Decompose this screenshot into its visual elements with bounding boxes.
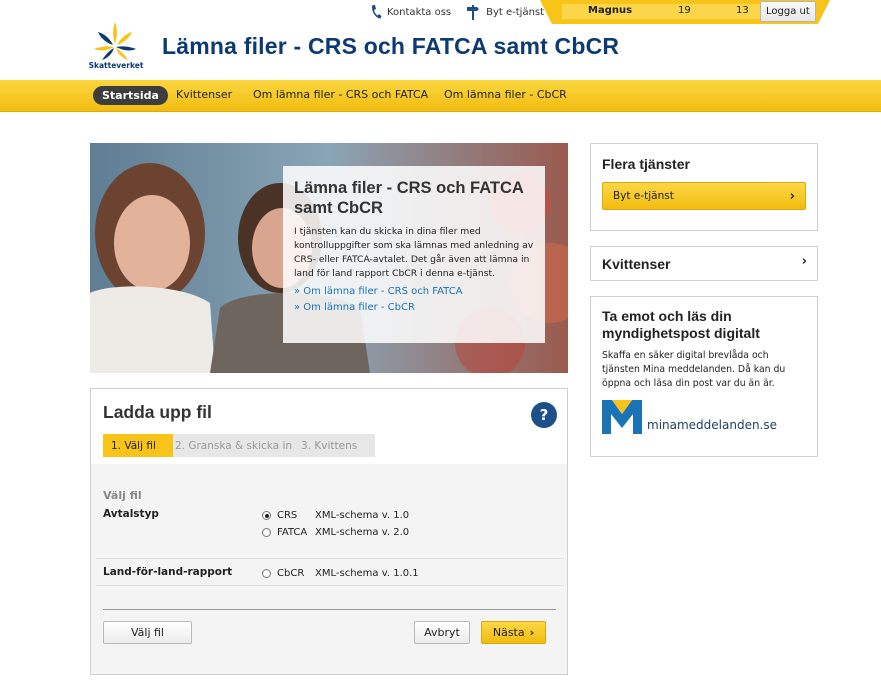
digital-mail-title: Ta emot och läs din myndighetspost digit…	[602, 308, 760, 341]
page-title: Lämna filer - CRS och FATCA samt CbCR	[162, 33, 620, 59]
upload-panel: Ladda upp fil ? 2. Granska & skicka in 3…	[90, 388, 568, 675]
user-field-2: 13	[736, 5, 749, 16]
chevron-right-icon: ›	[789, 188, 795, 204]
next-button-label: Nästa	[492, 626, 525, 639]
switch-service-button[interactable]: Byt e-tjänst ›	[602, 182, 806, 210]
switch-service-label: Byt e-tjänst	[486, 6, 545, 18]
user-field-1: 19	[678, 5, 691, 16]
logo-text: Skatteverket	[88, 61, 144, 70]
upload-title: Ladda upp fil	[103, 402, 212, 422]
mina-logo-text: minameddelanden.se	[647, 418, 778, 432]
switch-service-link[interactable]: Byt e-tjänst	[465, 4, 544, 20]
signpost-icon	[467, 5, 480, 20]
radio-cbcr[interactable]: CbCR XML-schema v. 1.0.1	[262, 568, 419, 579]
main-nav: Startsida Kvittenser Om lämna filer - CR…	[0, 80, 881, 112]
hero-link-cbcr[interactable]: » Om lämna filer - CbCR	[294, 299, 534, 316]
receipts-card[interactable]: Kvittenser ›	[590, 246, 818, 281]
receipts-title: Kvittenser	[602, 256, 671, 272]
logout-button[interactable]: Logga ut	[760, 1, 816, 22]
divider	[96, 585, 562, 586]
switch-service-button-label: Byt e-tjänst	[613, 190, 674, 202]
radio-cbcr-label: CbCR	[277, 568, 305, 579]
phone-icon	[371, 5, 382, 19]
user-bar: Magnus 19 13 Logga ut	[540, 0, 830, 24]
hero-banner: Lämna filer - CRS och FATCA samt CbCR I …	[90, 143, 568, 373]
mina-meddelanden-m-icon	[602, 400, 642, 434]
mina-meddelanden-logo[interactable]: minameddelanden.se	[602, 400, 777, 434]
choose-file-button[interactable]: Välj fil	[103, 621, 192, 644]
more-services-card: Flera tjänster Byt e-tjänst ›	[590, 143, 818, 231]
radio-crs-indicator[interactable]	[262, 511, 271, 520]
radio-crs-schema: XML-schema v. 1.0	[315, 510, 410, 521]
chevron-right-icon: ›	[529, 626, 535, 639]
nav-item-om-cbcr[interactable]: Om lämna filer - CbCR	[444, 88, 567, 101]
hero-panel: Lämna filer - CRS och FATCA samt CbCR I …	[283, 166, 545, 343]
divider	[96, 558, 562, 559]
radio-fatca-schema: XML-schema v. 2.0	[315, 527, 410, 538]
next-button[interactable]: Nästa ›	[481, 621, 546, 644]
user-name: Magnus	[588, 5, 633, 16]
nav-item-startsida[interactable]: Startsida	[93, 86, 168, 105]
step-receipt: 3. Kvittens	[293, 434, 375, 457]
radio-fatca-indicator[interactable]	[262, 528, 271, 537]
section-label: Välj fil	[103, 489, 142, 502]
radio-crs[interactable]: CRS XML-schema v. 1.0	[262, 510, 409, 521]
utility-links: Kontakta oss Byt e-tjänst	[370, 0, 558, 24]
step-review: 2. Granska & skicka in	[167, 434, 299, 457]
radio-cbcr-indicator[interactable]	[262, 569, 271, 578]
radio-cbcr-schema: XML-schema v. 1.0.1	[315, 568, 419, 579]
hero-title: Lämna filer - CRS och FATCA samt CbCR	[294, 179, 524, 217]
help-button[interactable]: ?	[531, 402, 557, 428]
cbcr-row-label: Land-för-land-rapport	[103, 566, 233, 578]
contact-label: Kontakta oss	[387, 6, 452, 18]
digital-mail-text: Skaffa en säker digital brevlåda och tjä…	[602, 350, 786, 389]
radio-fatca[interactable]: FATCA XML-schema v. 2.0	[262, 527, 409, 538]
more-services-title: Flera tjänster	[602, 156, 690, 172]
divider	[103, 609, 556, 610]
hero-link-crs-fatca[interactable]: » Om lämna filer - CRS och FATCA	[294, 283, 534, 300]
chevron-right-icon: ›	[801, 254, 807, 269]
radio-fatca-label: FATCA	[277, 527, 308, 538]
radio-crs-label: CRS	[277, 510, 298, 521]
step-choose-file: 1. Välj fil	[103, 434, 173, 457]
contact-link[interactable]: Kontakta oss	[370, 4, 451, 20]
nav-item-kvittenser[interactable]: Kvittenser	[176, 88, 232, 101]
hero-text: I tjänsten kan du skicka in dina filer m…	[294, 226, 534, 279]
digital-mail-card: Ta emot och läs din myndighetspost digit…	[590, 296, 818, 457]
agreement-type-label: Avtalstyp	[103, 508, 159, 520]
cancel-button[interactable]: Avbryt	[414, 621, 470, 644]
nav-item-om-crs-fatca[interactable]: Om lämna filer - CRS och FATCA	[253, 88, 428, 101]
